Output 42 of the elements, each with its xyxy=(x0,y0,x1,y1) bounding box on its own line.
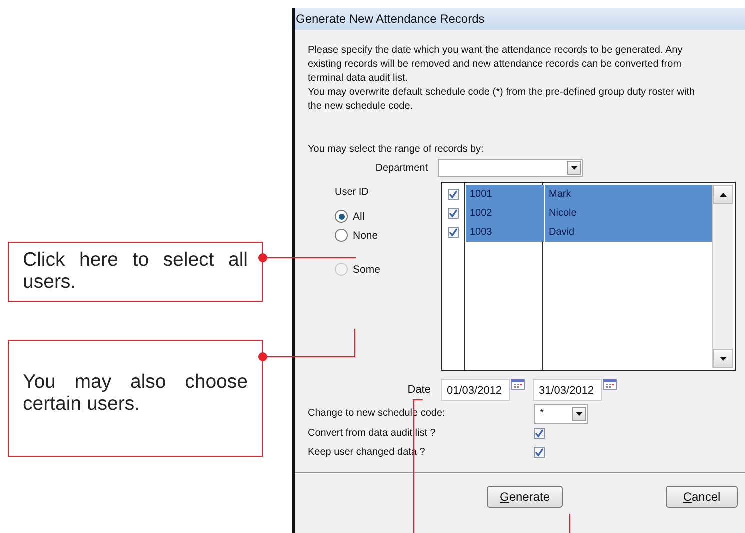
table-cell: Nicole xyxy=(545,204,712,223)
dropdown-arrow-icon xyxy=(576,412,582,416)
scroll-up-button[interactable] xyxy=(713,185,733,204)
field-label: User ID xyxy=(335,187,370,198)
window-title: Generate New Attendance Records xyxy=(296,12,485,26)
schedule-code-dropdown[interactable]: * xyxy=(534,404,588,424)
instruction-text: Please specify the date which you want the attendance records to be generated. Any existing records will be removed and new attendance records can be converted from terminal data audit list. xyxy=(308,44,684,86)
up-arrow-icon xyxy=(720,192,726,196)
radio-button[interactable] xyxy=(335,229,348,242)
checkbox[interactable] xyxy=(534,428,545,439)
radio-button[interactable] xyxy=(335,210,348,223)
scroll-down-button[interactable] xyxy=(713,349,733,368)
calendar-icon[interactable] xyxy=(511,379,525,390)
callout-box: You may also choose certain users. xyxy=(8,340,263,457)
checkbox[interactable] xyxy=(448,227,459,238)
down-arrow-icon xyxy=(720,356,726,360)
department-dropdown[interactable] xyxy=(438,159,583,177)
field-label: Department xyxy=(374,162,428,174)
table-cell: 1001 xyxy=(466,185,544,204)
scrollbar[interactable] xyxy=(712,185,733,368)
calendar-icon[interactable] xyxy=(603,379,617,390)
table-cell: 1002 xyxy=(466,204,544,223)
radio-label: All xyxy=(353,210,365,222)
date-field[interactable]: 31/03/2012 xyxy=(533,379,602,401)
generate-button[interactable]: Generate xyxy=(487,486,563,508)
checkbox-label: Convert from data audit list ? xyxy=(308,428,437,439)
field-label: Date xyxy=(406,384,431,396)
user-list[interactable]: 1001 Mark 1002 Nicole 1003 David xyxy=(441,182,736,371)
range-label: You may select the range of records by: xyxy=(308,144,485,155)
radio-label: None xyxy=(353,230,378,242)
dropdown-arrow-icon xyxy=(570,166,578,170)
table-cell: Mark xyxy=(545,185,712,204)
table-cell: David xyxy=(545,223,712,242)
table-cell: 1003 xyxy=(466,223,544,242)
instruction-text: You may overwrite default schedule code (*) from the pre-defined group duty roster with the new schedule code. xyxy=(308,86,696,114)
checkbox[interactable] xyxy=(448,208,459,219)
cancel-button[interactable]: Cancel xyxy=(666,486,738,508)
radio-label: Some xyxy=(353,264,380,276)
callout-box: Click here to select all users. xyxy=(8,242,263,302)
checkbox[interactable] xyxy=(534,447,545,458)
date-field[interactable]: 01/03/2012 xyxy=(441,379,510,401)
checkbox[interactable] xyxy=(448,189,459,200)
